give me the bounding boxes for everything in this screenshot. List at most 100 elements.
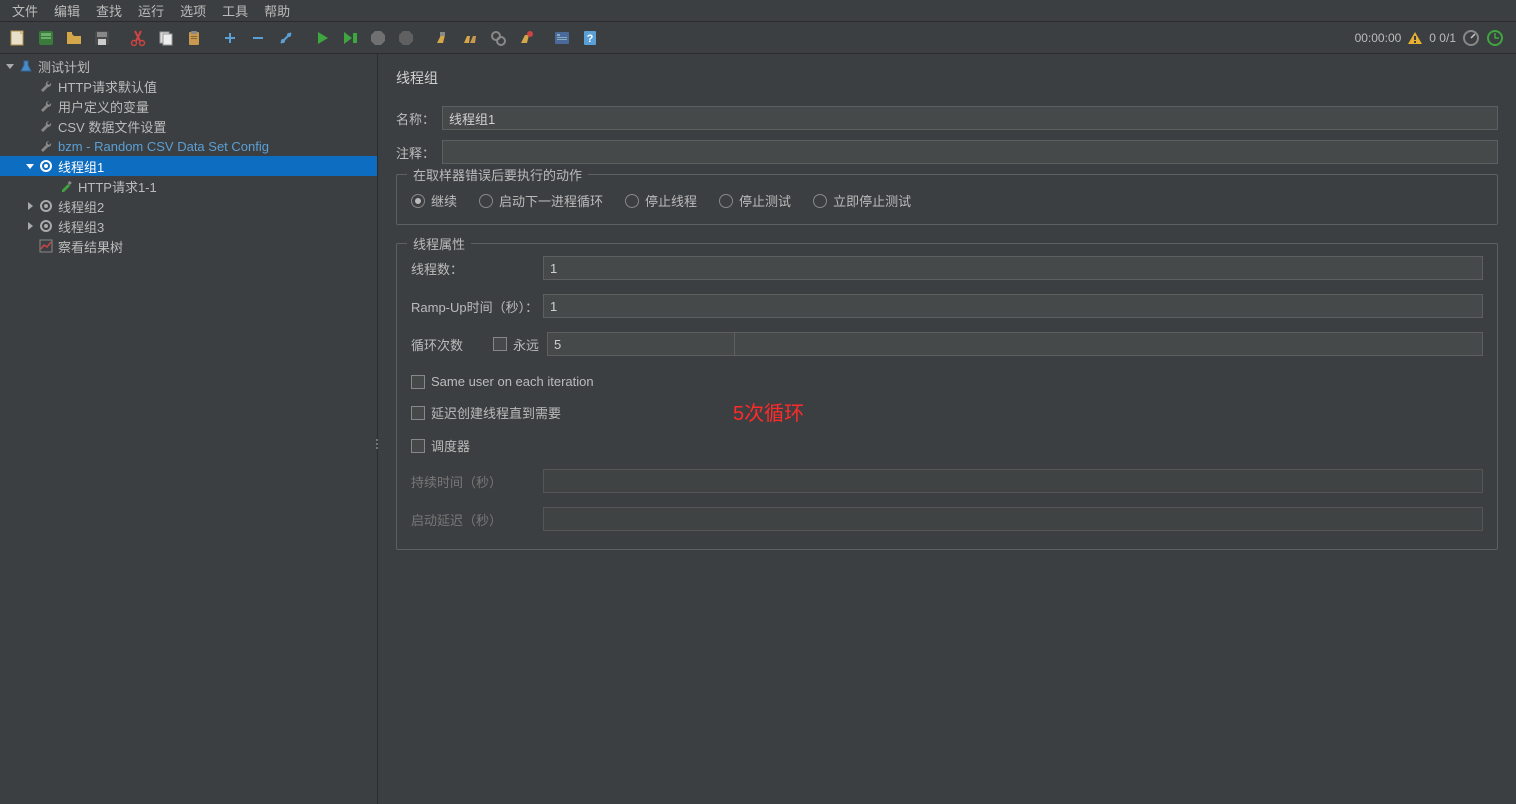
panel-title: 线程组: [396, 68, 1498, 88]
radio-icon: [813, 194, 827, 208]
delay-thread-label: 延迟创建线程直到需要: [431, 403, 561, 422]
comment-input[interactable]: [442, 140, 1498, 164]
on-error-fieldset: 在取样器错误后要执行的动作 继续启动下一进程循环停止线程停止测试立即停止测试: [396, 174, 1498, 225]
gear-icon: [38, 198, 54, 214]
tree-item-1[interactable]: HTTP请求默认值: [0, 76, 377, 96]
tree-arrow-icon[interactable]: [24, 200, 36, 212]
tree-arrow-icon: [24, 80, 36, 92]
radio-option-label: 继续: [431, 191, 457, 210]
radio-icon: [479, 194, 493, 208]
tree-arrow-icon[interactable]: [24, 160, 36, 172]
thread-props-legend: 线程属性: [407, 234, 471, 253]
tree-item-4[interactable]: bzm - Random CSV Data Set Config: [0, 136, 377, 156]
clear-all-icon[interactable]: [458, 26, 482, 50]
reset-search-icon[interactable]: [514, 26, 538, 50]
stop-icon[interactable]: [366, 26, 390, 50]
dropper-icon: [58, 178, 74, 194]
cut-icon[interactable]: [126, 26, 150, 50]
radio-option-1[interactable]: 启动下一进程循环: [479, 191, 603, 210]
paste-icon[interactable]: [182, 26, 206, 50]
name-input[interactable]: [442, 106, 1498, 130]
tree-item-label: 测试计划: [38, 57, 90, 76]
open-icon[interactable]: [62, 26, 86, 50]
splitter-handle[interactable]: [373, 429, 381, 459]
gear-icon: [38, 218, 54, 234]
toolbar: ? 00:00:00 0 0/1: [0, 22, 1516, 54]
scheduler-checkbox[interactable]: [411, 439, 425, 453]
wrench-icon: [38, 78, 54, 94]
warning-icon[interactable]: [1407, 30, 1423, 46]
radio-icon: [625, 194, 639, 208]
search-icon[interactable]: [486, 26, 510, 50]
loop-count-input-ext[interactable]: [734, 332, 1483, 356]
tree-panel: 测试计划HTTP请求默认值用户定义的变量CSV 数据文件设置bzm - Rand…: [0, 54, 378, 804]
menu-tools[interactable]: 工具: [214, 0, 256, 22]
tree-arrow-icon: [24, 120, 36, 132]
radio-option-4[interactable]: 立即停止测试: [813, 191, 911, 210]
gauge-icon[interactable]: [1462, 29, 1480, 47]
tree-arrow-icon[interactable]: [4, 60, 16, 72]
thread-group-panel: 线程组 名称： 注释： 在取样器错误后要执行的动作 继续启动下一进程循环停止线程…: [378, 54, 1516, 804]
thread-props-fieldset: 线程属性 线程数： Ramp-Up时间（秒）： 循环次数 永远 Same use…: [396, 243, 1498, 550]
radio-option-label: 停止线程: [645, 191, 697, 210]
tree-arrow-icon: [24, 140, 36, 152]
same-user-checkbox[interactable]: [411, 375, 425, 389]
radio-option-label: 立即停止测试: [833, 191, 911, 210]
tree-item-9[interactable]: 察看结果树: [0, 236, 377, 256]
new-icon[interactable]: [6, 26, 30, 50]
tree-item-5[interactable]: 线程组1: [0, 156, 377, 176]
menu-file[interactable]: 文件: [4, 0, 46, 22]
name-label: 名称：: [396, 109, 442, 128]
gear-icon: [38, 158, 54, 174]
menu-run[interactable]: 运行: [130, 0, 172, 22]
tree-item-3[interactable]: CSV 数据文件设置: [0, 116, 377, 136]
chart-icon: [38, 238, 54, 254]
forever-label: 永远: [513, 335, 539, 354]
expand-icon[interactable]: [218, 26, 242, 50]
function-helper-icon[interactable]: [550, 26, 574, 50]
tree-item-label: CSV 数据文件设置: [58, 117, 166, 136]
collapse-icon[interactable]: [246, 26, 270, 50]
tree-item-7[interactable]: 线程组2: [0, 196, 377, 216]
radio-option-3[interactable]: 停止测试: [719, 191, 791, 210]
menu-search[interactable]: 查找: [88, 0, 130, 22]
start-notimer-icon[interactable]: [338, 26, 362, 50]
forever-checkbox[interactable]: [493, 337, 507, 351]
loop-label: 循环次数: [411, 335, 493, 354]
tree-item-0[interactable]: 测试计划: [0, 56, 377, 76]
threads-label: 线程数：: [411, 259, 543, 278]
templates-icon[interactable]: [34, 26, 58, 50]
clear-icon[interactable]: [430, 26, 454, 50]
same-user-label: Same user on each iteration: [431, 374, 594, 389]
shutdown-icon[interactable]: [394, 26, 418, 50]
run-status-icon: [1486, 29, 1504, 47]
help-icon[interactable]: ?: [578, 26, 602, 50]
menu-options[interactable]: 选项: [172, 0, 214, 22]
radio-icon: [411, 194, 425, 208]
tree-item-6[interactable]: HTTP请求1-1: [0, 176, 377, 196]
menu-help[interactable]: 帮助: [256, 0, 298, 22]
toggle-icon[interactable]: [274, 26, 298, 50]
tree-item-label: 线程组1: [58, 157, 104, 176]
radio-option-2[interactable]: 停止线程: [625, 191, 697, 210]
radio-option-0[interactable]: 继续: [411, 191, 457, 210]
scheduler-label: 调度器: [431, 436, 470, 455]
delay-thread-checkbox[interactable]: [411, 406, 425, 420]
save-icon[interactable]: [90, 26, 114, 50]
tree-item-label: 线程组3: [58, 217, 104, 236]
start-icon[interactable]: [310, 26, 334, 50]
elapsed-time: 00:00:00: [1355, 31, 1402, 45]
radio-option-label: 启动下一进程循环: [499, 191, 603, 210]
tree-item-label: HTTP请求1-1: [78, 177, 157, 196]
copy-icon[interactable]: [154, 26, 178, 50]
tree-item-2[interactable]: 用户定义的变量: [0, 96, 377, 116]
tree-item-8[interactable]: 线程组3: [0, 216, 377, 236]
loop-count-input[interactable]: [547, 332, 737, 356]
tree-item-label: 察看结果树: [58, 237, 123, 256]
menu-edit[interactable]: 编辑: [46, 0, 88, 22]
threads-input[interactable]: [543, 256, 1483, 280]
menu-bar: 文件 编辑 查找 运行 选项 工具 帮助: [0, 0, 1516, 22]
tree-arrow-icon: [24, 240, 36, 252]
tree-arrow-icon[interactable]: [24, 220, 36, 232]
rampup-input[interactable]: [543, 294, 1483, 318]
